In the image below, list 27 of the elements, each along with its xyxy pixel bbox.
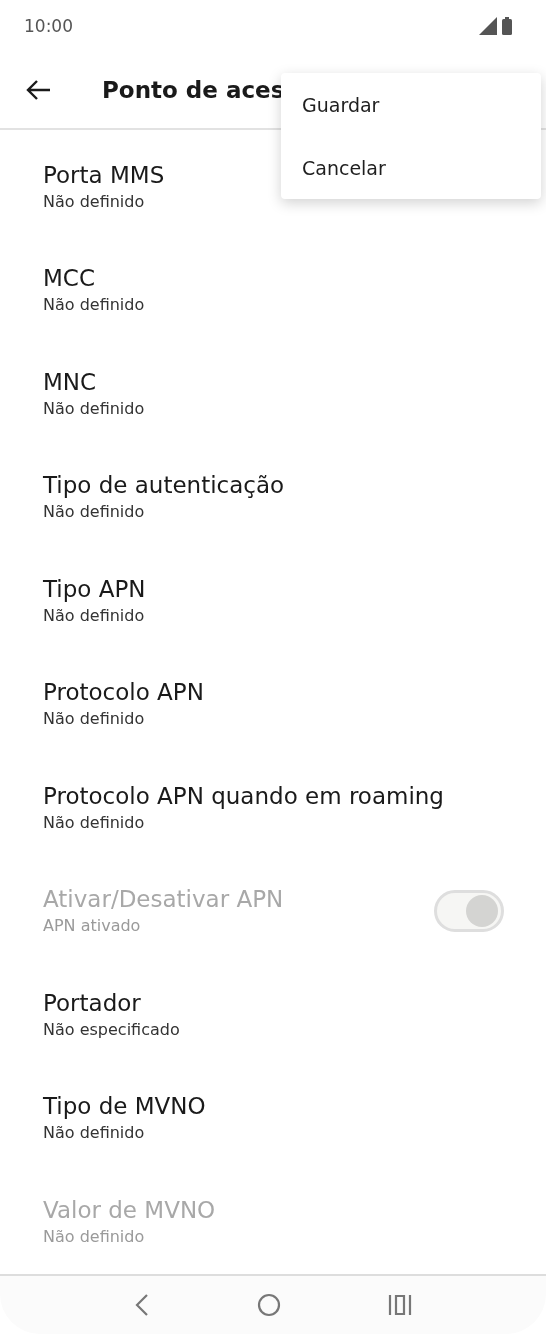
setting-title[interactable]: MCC (43, 263, 145, 294)
status-time: 10:00 (24, 15, 73, 36)
battery-icon (502, 16, 512, 35)
recents-nav-button[interactable] (388, 1293, 413, 1316)
setting-summary: Não definido (43, 1225, 146, 1248)
setting-title[interactable]: Protocolo APN quando em roaming (43, 780, 444, 811)
setting-summary: Não definido (43, 190, 146, 213)
setting-summary: Não definido (43, 397, 145, 420)
back-nav-button[interactable] (133, 1292, 150, 1317)
setting-title[interactable]: Tipo APN (43, 573, 146, 604)
signal-icon (479, 16, 497, 35)
setting-title[interactable]: Tipo de autenticação (43, 470, 285, 501)
menu-item[interactable]: Cancelar (281, 136, 541, 199)
setting-title[interactable]: Tipo de MVNO (43, 1091, 206, 1122)
setting-title[interactable]: Porta MMS (43, 159, 165, 190)
setting-summary: Não definido (43, 811, 146, 834)
setting-summary: APN ativado (43, 915, 142, 938)
setting-summary: Não especificado (43, 1018, 180, 1041)
home-nav-button[interactable] (257, 1292, 281, 1317)
setting-summary: Não definido (43, 1122, 146, 1145)
setting-summary: Não definido (43, 708, 146, 731)
setting-title[interactable]: Portador (43, 987, 180, 1018)
setting-title[interactable]: Protocolo APN (43, 677, 204, 708)
setting-title[interactable]: MNC (43, 366, 145, 397)
setting-summary: Não definido (43, 294, 145, 317)
setting-summary: Não definido (43, 501, 146, 524)
setting-summary: Não definido (43, 604, 146, 627)
